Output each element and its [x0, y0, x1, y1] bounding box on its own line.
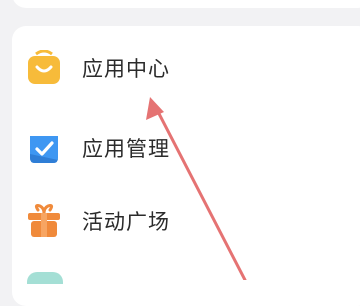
menu-item-app-manage[interactable]: 应用管理 — [12, 118, 360, 178]
menu-item-label: 应用中心 — [82, 57, 170, 81]
menu-item-app-center[interactable]: 应用中心 — [12, 38, 360, 98]
gift-icon — [26, 203, 62, 239]
menu-card: 应用中心 应用管理 活动广场 — [12, 26, 360, 306]
menu-item-label: 活动广场 — [82, 210, 170, 234]
partial-app-icon — [27, 272, 63, 284]
menu-item-label: 应用管理 — [82, 137, 170, 161]
top-card — [12, 0, 360, 8]
check-card-icon — [26, 130, 62, 166]
shopping-bag-icon — [26, 49, 62, 86]
menu-item-activity-square[interactable]: 活动广场 — [12, 191, 360, 251]
